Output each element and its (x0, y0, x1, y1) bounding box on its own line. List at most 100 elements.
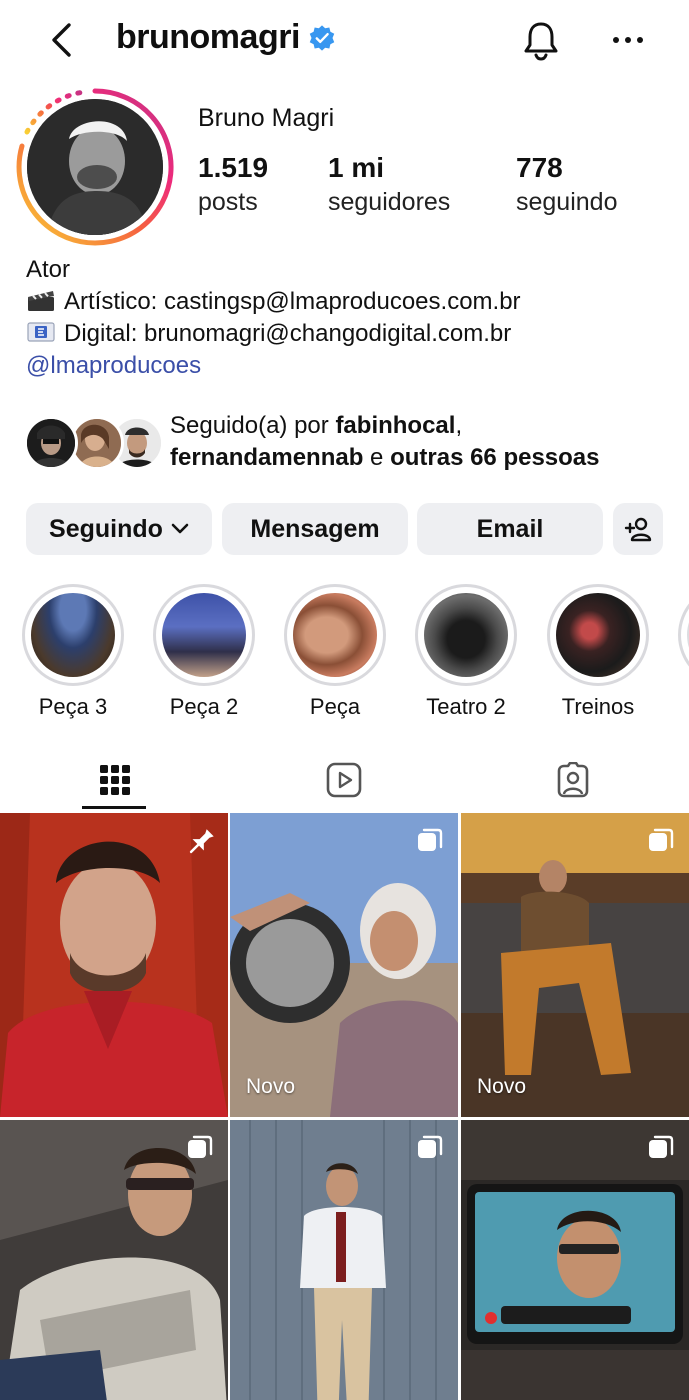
username: brunomagri (116, 18, 300, 56)
new-badge: Novo (477, 1075, 527, 1098)
highlight-cover (293, 593, 377, 677)
post-image (230, 813, 458, 1117)
follower-avatar (70, 416, 124, 470)
highlight-item[interactable]: Treinos (546, 584, 650, 720)
posts-stat[interactable]: 1.519 posts (198, 150, 268, 218)
person-icon (73, 419, 121, 467)
pin-icon (189, 829, 214, 854)
email-button-label: Email (476, 514, 544, 543)
reels-play-icon (326, 762, 361, 798)
followed-by-comma: , (455, 412, 463, 439)
tab-reels[interactable] (229, 748, 458, 812)
posts-grid: Novo Novo (0, 813, 689, 1400)
profile-tabs (0, 748, 689, 812)
highlight-label: Peça 2 (169, 694, 239, 719)
tab-posts-grid[interactable] (0, 748, 229, 812)
bell-icon (524, 22, 558, 61)
email-button[interactable]: Email (417, 503, 603, 555)
post-image (0, 1120, 228, 1400)
full-name: Bruno Magri (198, 104, 335, 132)
carousel-icon (649, 828, 674, 851)
message-button[interactable]: Mensagem (222, 503, 408, 555)
profile-stats: 1.519 posts 1 mi seguidores 778 seguindo (0, 150, 689, 220)
suggested-people-button[interactable] (613, 503, 663, 555)
notifications-button[interactable] (521, 20, 561, 62)
highlight-item[interactable] (677, 584, 689, 686)
verified-badge-icon (309, 24, 335, 51)
post-image (461, 813, 689, 1117)
top-bar: brunomagri (0, 0, 689, 82)
highlight-ring (415, 584, 517, 686)
post-thumbnail[interactable] (230, 1120, 458, 1400)
following-stat[interactable]: 778 seguindo (516, 150, 617, 218)
tab-tagged[interactable] (458, 748, 687, 812)
add-person-icon (624, 517, 652, 542)
follower-avatar (24, 416, 78, 470)
highlight-item[interactable]: Peça 3 (21, 584, 125, 720)
new-badge: Novo (246, 1075, 296, 1098)
username-row: brunomagri (116, 18, 336, 57)
bio: Ator Artístico: castingsp@lmaproducoes.c… (26, 254, 521, 382)
post-image (230, 1120, 458, 1400)
followed-by-prefix: Seguido(a) por (170, 412, 336, 439)
active-tab-indicator (82, 806, 146, 809)
posts-count: 1.519 (198, 152, 269, 183)
post-thumbnail[interactable]: Novo (461, 813, 689, 1117)
mutual-follower-2[interactable]: fernandamennab (170, 444, 363, 471)
bio-line-artistic: Artístico: castingsp@lmaproducoes.com.br (26, 286, 521, 318)
posts-label: posts (198, 188, 258, 216)
highlight-item[interactable]: Peça (283, 584, 387, 720)
grid-icon (99, 765, 130, 795)
bio-line-digital: Digital: brunomagri@changodigital.com.br (26, 318, 521, 350)
followers-count: 1 mi (328, 152, 385, 183)
highlight-item[interactable]: Teatro 2 (414, 584, 518, 720)
followers-stat[interactable]: 1 mi seguidores (328, 150, 450, 218)
followers-label: seguidores (328, 188, 451, 216)
highlight-label: Peça (309, 694, 361, 719)
more-horizontal-icon (613, 37, 643, 43)
tagged-person-icon (557, 762, 588, 798)
highlight-ring (678, 584, 689, 686)
highlight-ring (547, 584, 649, 686)
highlight-label: Peça 3 (38, 694, 108, 719)
person-icon (27, 419, 75, 467)
story-highlights: Peça 3 Peça 2 Peça Teatro 2 Treinos (0, 584, 689, 724)
post-thumbnail[interactable] (461, 1120, 689, 1400)
carousel-icon (649, 1135, 674, 1158)
post-image (461, 1120, 689, 1400)
followed-by[interactable]: Seguido(a) por fabinhocal, fernandamenna… (24, 408, 684, 480)
mutual-follower-1[interactable]: fabinhocal (335, 412, 455, 439)
following-button[interactable]: Seguindo (26, 503, 212, 555)
post-thumbnail[interactable] (0, 813, 228, 1117)
more-options-button[interactable] (608, 22, 648, 58)
bio-artistic-text: Artístico: castingsp@lmaproducoes.com.br (64, 288, 521, 315)
following-label: seguindo (516, 188, 618, 216)
mutual-followers-others[interactable]: outras 66 pessoas (390, 444, 599, 471)
highlight-item[interactable]: Peça 2 (152, 584, 256, 720)
carousel-icon (418, 828, 443, 851)
carousel-icon (188, 1135, 213, 1158)
highlight-label: Treinos (561, 694, 635, 719)
chevron-left-icon (52, 23, 71, 57)
clapper-board-icon (28, 291, 54, 311)
envelope-icon (27, 322, 55, 342)
bio-category: Ator (26, 256, 71, 283)
followed-by-connector: e (363, 444, 391, 471)
chevron-down-icon (171, 523, 189, 534)
highlight-cover (556, 593, 640, 677)
highlight-cover (162, 593, 246, 677)
post-thumbnail[interactable]: Novo (230, 813, 458, 1117)
highlight-ring (153, 584, 255, 686)
highlight-ring (22, 584, 124, 686)
highlight-label: Teatro 2 (426, 694, 506, 719)
bio-link[interactable]: @lmaproducoes (26, 350, 521, 382)
message-button-label: Mensagem (250, 514, 380, 543)
bio-digital-text: Digital: brunomagri@changodigital.com.br (64, 320, 512, 347)
highlight-ring (284, 584, 386, 686)
carousel-icon (418, 1135, 443, 1158)
post-thumbnail[interactable] (0, 1120, 228, 1400)
profile-actions: Seguindo Mensagem Email (0, 503, 689, 555)
highlight-cover (31, 593, 115, 677)
following-count: 778 (516, 152, 563, 183)
back-button[interactable] (44, 20, 78, 60)
